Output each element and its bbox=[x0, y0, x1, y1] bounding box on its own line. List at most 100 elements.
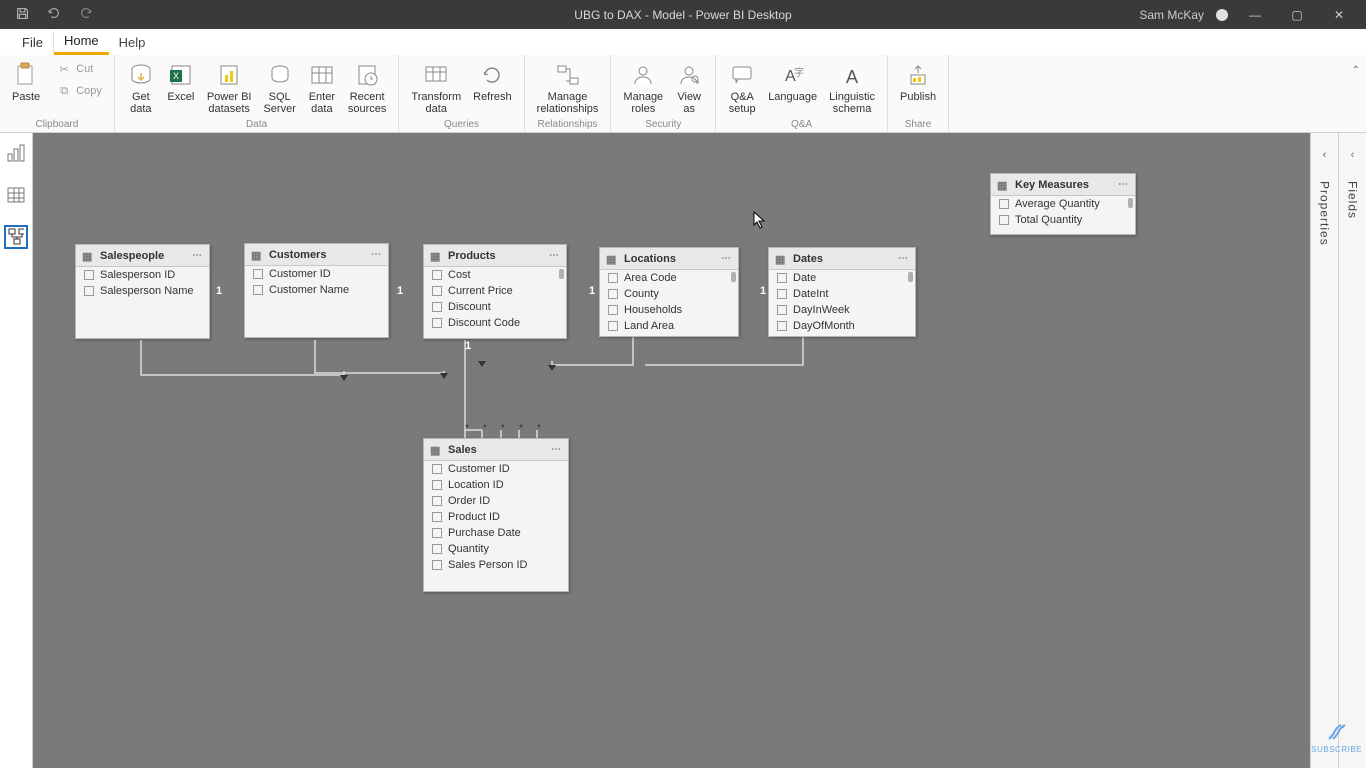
field-row[interactable]: DayOfMonth bbox=[769, 318, 915, 334]
menu-home[interactable]: Home bbox=[54, 29, 109, 55]
ribbon-group-qa-label: Q&A bbox=[716, 119, 887, 132]
scrollbar-thumb[interactable] bbox=[908, 272, 913, 282]
field-row[interactable]: DateInt bbox=[769, 286, 915, 302]
field-row[interactable]: Order ID bbox=[424, 493, 568, 509]
field-row[interactable]: Date bbox=[769, 270, 915, 286]
report-view-button[interactable] bbox=[4, 141, 28, 165]
close-button[interactable]: ✕ bbox=[1324, 8, 1354, 22]
more-icon[interactable]: ⋯ bbox=[371, 249, 382, 260]
svg-text:*: * bbox=[483, 423, 487, 434]
copy-button: ⧉ Copy bbox=[50, 81, 108, 101]
paste-button[interactable]: Paste bbox=[6, 59, 46, 105]
field-row[interactable]: Purchase Date bbox=[424, 525, 568, 541]
menu-file[interactable]: File bbox=[12, 31, 54, 54]
table-locations[interactable]: ▦Locations⋯ Area Code County Households … bbox=[599, 247, 739, 337]
svg-text:1: 1 bbox=[465, 340, 471, 352]
scrollbar-thumb[interactable] bbox=[1128, 198, 1133, 208]
enter-data-button[interactable]: Enterdata bbox=[302, 59, 342, 117]
right-panes: ‹ Properties ‹ Fields bbox=[1310, 133, 1366, 768]
field-row[interactable]: Salesperson Name bbox=[76, 283, 209, 299]
publish-button[interactable]: Publish bbox=[894, 59, 942, 105]
field-row[interactable]: Customer ID bbox=[424, 461, 568, 477]
chevron-left-icon[interactable]: ‹ bbox=[1323, 149, 1327, 161]
excel-button[interactable]: XExcel bbox=[161, 59, 201, 105]
menu-help[interactable]: Help bbox=[109, 31, 156, 54]
table-icon: ▦ bbox=[82, 250, 94, 262]
model-canvas[interactable]: 1 1 1 1 1 * * * * * ▦Salespeople⋯ Salesp… bbox=[33, 133, 1310, 768]
redo-icon[interactable] bbox=[79, 6, 93, 23]
more-icon[interactable]: ⋯ bbox=[551, 444, 562, 455]
manage-roles-button[interactable]: Manageroles bbox=[617, 59, 669, 117]
field-row[interactable]: Quantity bbox=[424, 541, 568, 557]
more-icon[interactable]: ⋯ bbox=[721, 253, 732, 264]
undo-icon[interactable] bbox=[47, 6, 61, 23]
more-icon[interactable]: ⋯ bbox=[1118, 179, 1129, 190]
field-row[interactable]: Households bbox=[600, 302, 738, 318]
field-row[interactable]: Discount Code bbox=[424, 315, 566, 331]
cut-icon: ✂ bbox=[56, 61, 72, 77]
svg-text:1: 1 bbox=[216, 285, 222, 297]
menubar: File Home Help bbox=[0, 29, 1366, 55]
ribbon-collapse-icon[interactable]: ⌃ bbox=[1352, 65, 1360, 76]
svg-text:1: 1 bbox=[397, 285, 403, 297]
sql-server-button[interactable]: SQLServer bbox=[257, 59, 301, 117]
data-view-button[interactable] bbox=[4, 183, 28, 207]
table-title: Sales bbox=[448, 444, 477, 456]
cursor-icon bbox=[753, 211, 767, 229]
properties-pane[interactable]: ‹ Properties bbox=[1310, 133, 1338, 768]
field-row[interactable]: Salesperson ID bbox=[76, 267, 209, 283]
copy-icon: ⧉ bbox=[56, 83, 72, 99]
field-row[interactable]: Cost bbox=[424, 267, 566, 283]
cut-button: ✂ Cut bbox=[50, 59, 108, 79]
table-sales[interactable]: ▦Sales⋯ Customer ID Location ID Order ID… bbox=[423, 438, 569, 592]
recent-sources-button[interactable]: Recentsources bbox=[342, 59, 393, 117]
ribbon: Paste ✂ Cut ⧉ Copy Clipboard Getdata XEx… bbox=[0, 55, 1366, 133]
ribbon-group-rel-label: Relationships bbox=[525, 119, 611, 132]
table-products[interactable]: ▦Products⋯ Cost Current Price Discount D… bbox=[423, 244, 567, 339]
more-icon[interactable]: ⋯ bbox=[549, 250, 560, 261]
transform-data-button[interactable]: Transformdata bbox=[405, 59, 467, 117]
table-customers[interactable]: ▦Customers⋯ Customer ID Customer Name bbox=[244, 243, 389, 338]
table-title: Key Measures bbox=[1015, 179, 1089, 191]
field-row[interactable]: Land Area bbox=[600, 318, 738, 334]
field-row[interactable]: Current Price bbox=[424, 283, 566, 299]
model-view-button[interactable] bbox=[4, 225, 28, 249]
refresh-button[interactable]: Refresh bbox=[467, 59, 518, 105]
field-row[interactable]: Customer Name bbox=[245, 282, 388, 298]
field-row[interactable]: Total Quantity bbox=[991, 212, 1135, 228]
user-name[interactable]: Sam McKay bbox=[1139, 8, 1204, 22]
table-dates[interactable]: ▦Dates⋯ Date DateInt DayInWeek DayOfMont… bbox=[768, 247, 916, 337]
table-salespeople[interactable]: ▦Salespeople⋯ Salesperson ID Salesperson… bbox=[75, 244, 210, 339]
field-row[interactable]: Discount bbox=[424, 299, 566, 315]
avatar[interactable] bbox=[1216, 9, 1228, 21]
field-row[interactable]: Product ID bbox=[424, 509, 568, 525]
fields-pane[interactable]: ‹ Fields bbox=[1338, 133, 1366, 768]
scrollbar-thumb[interactable] bbox=[559, 269, 564, 279]
get-data-button[interactable]: Getdata bbox=[121, 59, 161, 117]
manage-relationships-button[interactable]: Managerelationships bbox=[531, 59, 605, 117]
table-key-measures[interactable]: ▦Key Measures⋯ Average Quantity Total Qu… bbox=[990, 173, 1136, 235]
more-icon[interactable]: ⋯ bbox=[898, 253, 909, 264]
get-data-icon bbox=[127, 61, 155, 89]
chevron-left-icon[interactable]: ‹ bbox=[1351, 149, 1355, 161]
table-icon: ▦ bbox=[430, 250, 442, 262]
field-row[interactable]: Sales Person ID bbox=[424, 557, 568, 573]
field-row[interactable]: Customer ID bbox=[245, 266, 388, 282]
scrollbar-thumb[interactable] bbox=[731, 272, 736, 282]
pbi-datasets-button[interactable]: Power BIdatasets bbox=[201, 59, 258, 117]
minimize-button[interactable]: — bbox=[1240, 8, 1270, 22]
qa-setup-button[interactable]: Q&Asetup bbox=[722, 59, 762, 117]
view-as-button[interactable]: Viewas bbox=[669, 59, 709, 117]
field-row[interactable]: Area Code bbox=[600, 270, 738, 286]
save-icon[interactable] bbox=[16, 7, 29, 23]
field-row[interactable]: Location ID bbox=[424, 477, 568, 493]
field-row[interactable]: DayInWeek bbox=[769, 302, 915, 318]
enter-data-icon bbox=[308, 61, 336, 89]
maximize-button[interactable]: ▢ bbox=[1282, 8, 1312, 22]
more-icon[interactable]: ⋯ bbox=[192, 250, 203, 261]
svg-text:X: X bbox=[173, 71, 179, 81]
linguistic-schema-button[interactable]: ALinguisticschema bbox=[823, 59, 881, 117]
language-button[interactable]: A字Language bbox=[762, 59, 823, 105]
field-row[interactable]: County bbox=[600, 286, 738, 302]
field-row[interactable]: Average Quantity bbox=[991, 196, 1135, 212]
